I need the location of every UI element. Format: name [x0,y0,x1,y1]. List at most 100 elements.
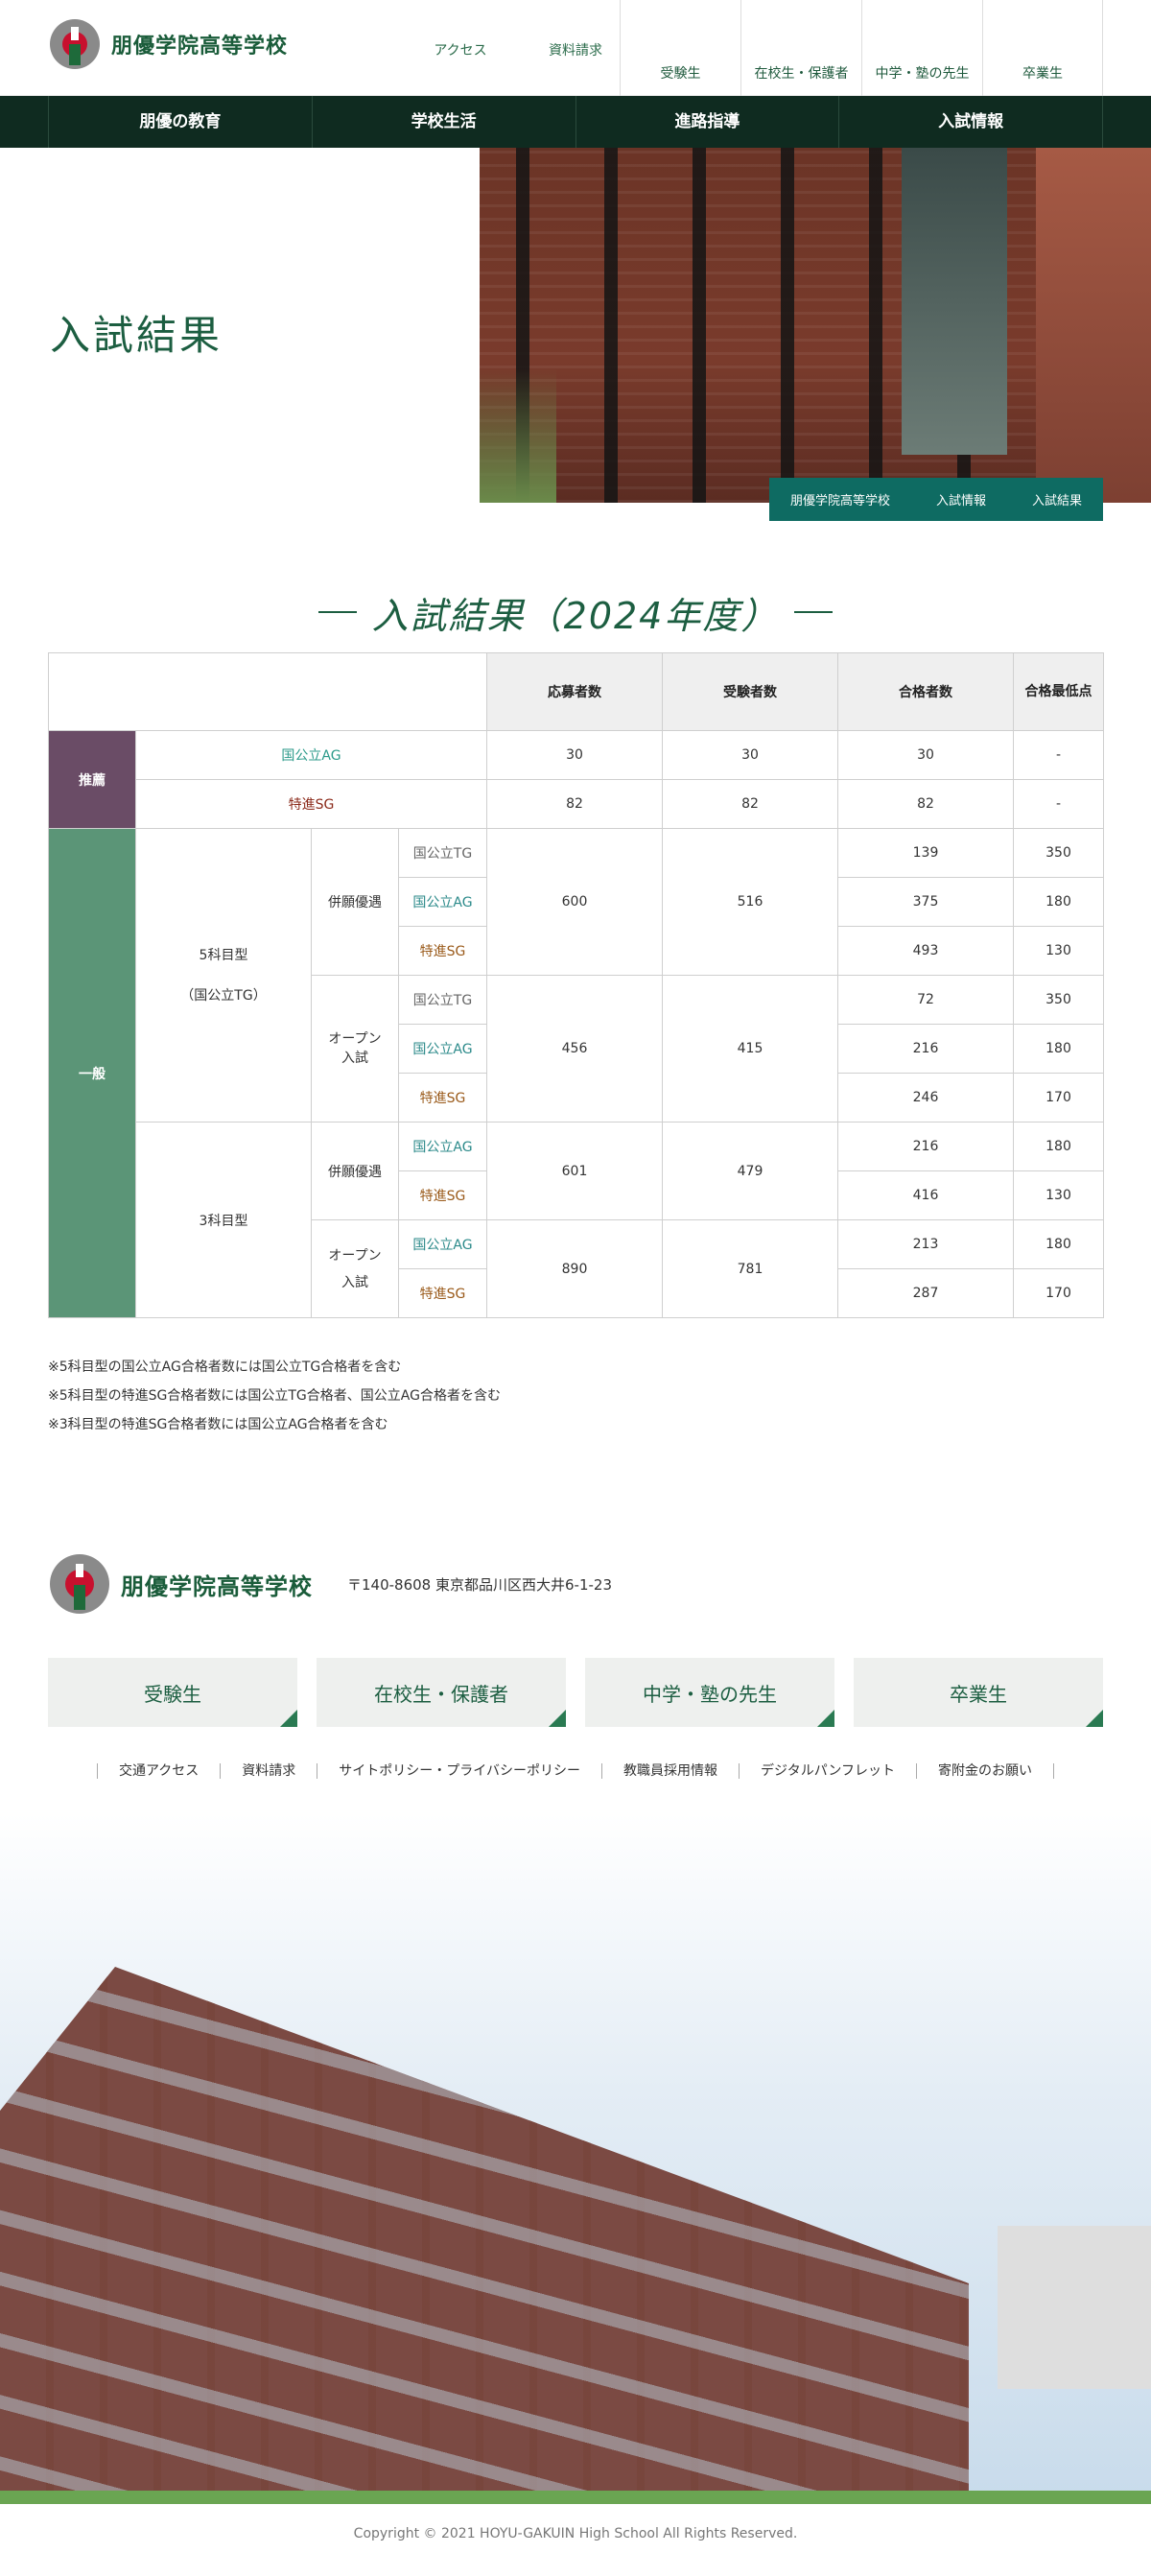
applicants-cell: 601 [486,1122,663,1220]
header-passed: 合格者数 [837,652,1014,731]
footer-audience-students-parents[interactable]: 在校生・保護者 [317,1658,566,1727]
school-emblem-icon [50,1554,109,1614]
gnav-item-education[interactable]: 朋優の教育 [48,96,312,148]
footer-links: 交通アクセス 資料請求 サイトポリシー・プライバシーポリシー 教職員採用情報 デ… [0,1763,1151,1779]
footer-audience-examinee[interactable]: 受験生 [48,1658,297,1727]
passed-cell: 213 [837,1219,1014,1269]
min-score-cell: 170 [1013,1268,1104,1318]
min-score-cell: 180 [1013,1122,1104,1171]
audience-link-students-parents[interactable]: 在校生・保護者 [740,0,861,96]
audience-link-alumni[interactable]: 卒業生 [982,0,1103,96]
min-score-cell: 130 [1013,926,1104,976]
global-nav: 朋優の教育 学校生活 進路指導 入試情報 [0,96,1151,148]
method-heigan: 併願優遇 [311,1122,399,1220]
access-link[interactable]: アクセス [403,40,518,59]
exam-type-5subject: 5科目型 （国公立TG） [135,828,312,1123]
applicants-cell: 600 [486,828,663,976]
passed-cell: 82 [837,779,1014,829]
passed-cell: 216 [837,1024,1014,1074]
course-cell: 特進SG [398,1170,487,1220]
course-cell: 国公立TG [398,828,487,878]
applicants-cell: 30 [486,730,663,780]
audience-link-teachers[interactable]: 中学・塾の先生 [861,0,982,96]
min-score-cell: 170 [1013,1073,1104,1123]
min-score-cell: - [1013,730,1104,780]
request-materials-link[interactable]: 資料請求 [518,40,633,59]
header-min-score: 合格最低点 [1013,652,1104,731]
method-heigan: 併願優遇 [311,828,399,976]
min-score-cell: 130 [1013,1170,1104,1220]
table-row: 一般 5科目型 （国公立TG） 併願優遇 国公立TG 600 516 139 3… [48,828,1104,1318]
method-open-line2: 入試 [341,1051,368,1066]
footer-audience-teachers[interactable]: 中学・塾の先生 [585,1658,834,1727]
footer-audience-label: 在校生・保護者 [374,1682,508,1706]
copyright: Copyright © 2021 HOYU-GAKUIN High School… [353,2526,798,2541]
site-logo[interactable]: 朋優学院高等学校 [50,19,288,69]
results-table: 応募者数 受験者数 合格者数 合格最低点 推薦 国公立AG 30 30 30 -… [48,652,1104,1318]
footer-link-donation[interactable]: 寄附金のお願い [916,1763,1055,1779]
footer-link-pamphlet[interactable]: デジタルパンフレット [739,1763,916,1779]
header-applicants: 応募者数 [486,652,663,731]
gnav-item-school-life[interactable]: 学校生活 [311,96,576,148]
footer-logo-block: 朋優学院高等学校 〒140-8608 東京都品川区西大井6-1-23 [50,1554,612,1614]
examinees-cell: 479 [662,1122,838,1220]
category-general: 一般 [48,828,136,1318]
category-recommend: 推薦 [48,730,136,829]
footer-link-policy[interactable]: サイトポリシー・プライバシーポリシー [317,1763,601,1779]
passed-cell: 246 [837,1073,1014,1123]
header-examinees: 受験者数 [662,652,838,731]
footer-audience-label: 卒業生 [950,1682,1007,1706]
course-cell: 特進SG [398,1073,487,1123]
method-open-line2: 入試 [341,1274,368,1290]
exam-type-3subject: 3科目型 [135,1122,312,1318]
footer-link-recruit[interactable]: 教職員採用情報 [601,1763,739,1779]
utility-nav: アクセス 資料請求 [403,40,633,59]
footer-link-request[interactable]: 資料請求 [220,1763,317,1779]
passed-cell: 72 [837,975,1014,1025]
examinees-cell: 781 [662,1219,838,1318]
examinees-cell: 415 [662,975,838,1123]
footer-link-access[interactable]: 交通アクセス [96,1763,220,1779]
examinees-cell: 82 [662,779,838,829]
method-open-line1: オープン [328,1247,382,1264]
footer-audience-nav: 受験生 在校生・保護者 中学・塾の先生 卒業生 [48,1658,1103,1727]
passed-cell: 139 [837,828,1014,878]
passed-cell: 375 [837,877,1014,927]
min-score-cell: 350 [1013,975,1104,1025]
gnav-item-career[interactable]: 進路指導 [575,96,839,148]
examinees-cell: 30 [662,730,838,780]
min-score-cell: 350 [1013,828,1104,878]
neighbor-building-shape [998,2226,1151,2389]
applicants-cell: 456 [486,975,663,1123]
course-cell: 国公立AG [398,1219,487,1269]
audience-link-examinee[interactable]: 受験生 [620,0,740,96]
passed-cell: 216 [837,1122,1014,1171]
footer-logo-text[interactable]: 朋優学院高等学校 [121,1568,313,1601]
course-cell: 国公立AG [398,1122,487,1171]
page-hero: 入試結果 朋優学院高等学校 入試情報 入試結果 [0,148,1151,521]
heading-dash-left [317,611,357,613]
applicants-cell: 890 [486,1219,663,1318]
gnav-item-admissions[interactable]: 入試情報 [838,96,1103,148]
method-open-line1: オープン [328,1031,382,1047]
course-cell: 国公立AG [135,730,487,780]
breadcrumb-item-admissions[interactable]: 入試情報 [936,490,986,508]
corner-arrow-icon [280,1710,297,1727]
results-section-title: 入試結果（2024年度） [371,594,780,637]
exam-type-5subject-label: 5科目型 [199,947,248,963]
note-item: ※5科目型の国公立AG合格者数には国公立TG合格者を含む [48,1359,402,1375]
method-open: オープン 入試 [311,1219,399,1318]
breadcrumb-item-home[interactable]: 朋優学院高等学校 [790,490,890,508]
breadcrumb: 朋優学院高等学校 入試情報 入試結果 [768,478,1103,521]
min-score-cell: 180 [1013,1024,1104,1074]
hero-brick-building-photo [480,148,1151,503]
min-score-cell: 180 [1013,1219,1104,1269]
site-header: 朋優学院高等学校 アクセス 資料請求 受験生 在校生・保護者 中学・塾の先生 卒… [0,0,1151,96]
corner-arrow-icon [817,1710,834,1727]
course-cell: 特進SG [398,926,487,976]
course-cell: 特進SG [135,779,487,829]
min-score-cell: - [1013,779,1104,829]
page-title: 入試結果 [50,312,223,359]
footer-audience-alumni[interactable]: 卒業生 [854,1658,1103,1727]
passed-cell: 416 [837,1170,1014,1220]
